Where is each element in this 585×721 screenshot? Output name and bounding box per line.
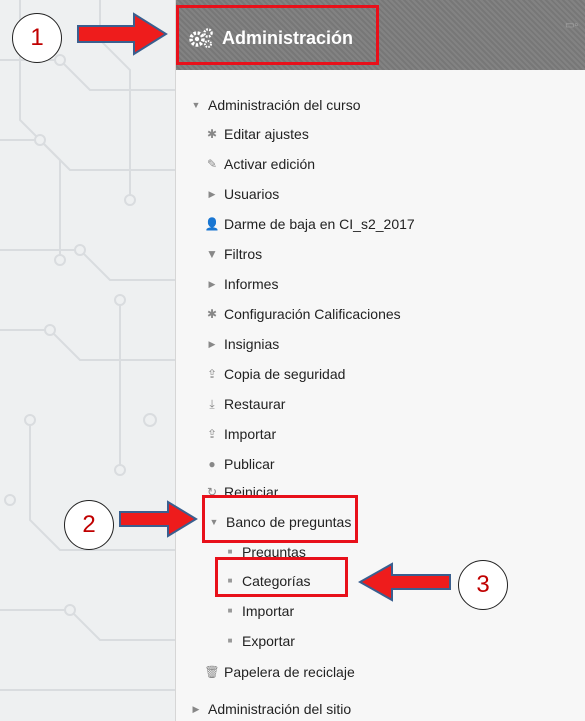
caret-right-icon: ▶ (208, 279, 216, 289)
block-dock-icon[interactable]: ▭▫ (565, 20, 578, 31)
cog-icon: ✱ (206, 307, 218, 321)
caret-right-icon: ▶ (208, 189, 216, 199)
step-2-marker: 2 (64, 500, 114, 550)
nav-site-administration[interactable]: ▶ Administración del sitio (188, 698, 352, 720)
step-1-marker: 1 (12, 13, 62, 63)
nav-backup[interactable]: ⇪ Copia de seguridad (204, 363, 345, 385)
nav-unenrol[interactable]: 👤 Darme de baja en CI_s2_2017 (204, 213, 415, 235)
refresh-icon: ↻ (206, 485, 218, 495)
nav-toggle-editing[interactable]: ✎ Activar edición (204, 153, 315, 175)
nav-recycle-bin[interactable]: 🗑 Papelera de reciclaje (204, 661, 354, 683)
step-3-marker: 3 (458, 560, 508, 610)
highlight-box-3 (215, 557, 348, 597)
arrow-left-icon (358, 562, 451, 602)
highlight-box-2 (202, 495, 358, 543)
nav-users[interactable]: ▶ Usuarios (204, 183, 280, 205)
caret-right-icon: ▶ (208, 339, 216, 349)
nav-reports[interactable]: ▶ Informes (204, 273, 279, 295)
nav-edit-settings[interactable]: ✱ Editar ajustes (204, 123, 309, 145)
nav-restore[interactable]: ⤓ Restaurar (204, 393, 285, 415)
nav-publish[interactable]: ● Publicar (204, 453, 274, 475)
nav-reset[interactable]: ↻ Reiniciar (204, 481, 279, 495)
upload-icon: ⇪ (206, 427, 218, 441)
cog-icon: ✱ (206, 127, 218, 141)
caret-right-icon: ▶ (192, 704, 200, 714)
nav-questions[interactable]: ■ Preguntas (222, 541, 306, 557)
arrow-right-icon (77, 12, 168, 56)
circuit-background (0, 0, 175, 691)
filter-icon: ▼ (206, 247, 218, 261)
trash-icon: 🗑 (204, 665, 220, 679)
administration-block: Administración ▭▫ ▼ Administración del cu… (175, 0, 585, 721)
arrow-right-icon (119, 500, 198, 538)
nav-filters[interactable]: ▼ Filtros (204, 243, 262, 265)
nav-badges[interactable]: ▶ Insignias (204, 333, 280, 355)
bullet-icon: ■ (227, 547, 233, 556)
highlight-box-1 (176, 5, 379, 65)
bullet-icon: ■ (227, 636, 233, 645)
nav-course-administration[interactable]: ▼ Administración del curso (188, 94, 361, 116)
nav-gradebook-setup[interactable]: ✱ Configuración Calificaciones (204, 303, 401, 325)
caret-down-icon: ▼ (191, 100, 201, 110)
nav-bank-export[interactable]: ■ Exportar (222, 630, 295, 652)
upload-icon: ⇪ (206, 367, 218, 381)
pencil-icon: ✎ (206, 157, 218, 171)
globe-icon: ● (208, 457, 216, 471)
download-icon: ⤓ (209, 397, 215, 411)
nav-import[interactable]: ⇪ Importar (204, 423, 276, 445)
user-icon: 👤 (204, 217, 220, 231)
nav-bank-import[interactable]: ■ Importar (222, 600, 295, 622)
bullet-icon: ■ (227, 606, 233, 615)
